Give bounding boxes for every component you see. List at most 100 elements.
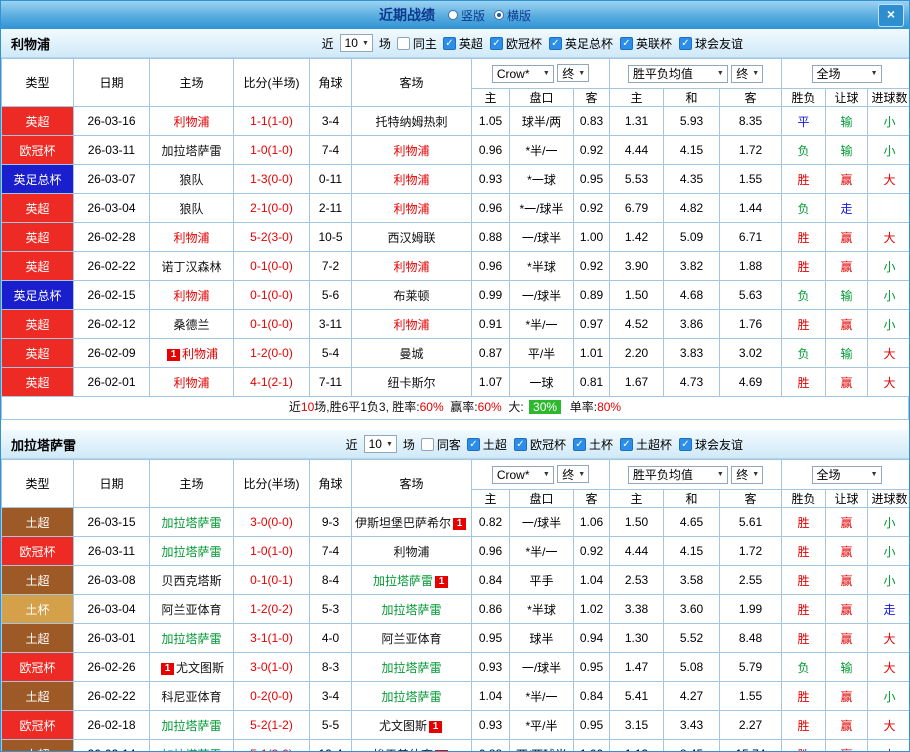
team-link[interactable]: 加拉塔萨雷 bbox=[381, 603, 441, 617]
team-link[interactable]: 利物浦 bbox=[173, 376, 209, 390]
checkbox-checked-icon[interactable]: ✓ bbox=[620, 438, 633, 451]
away-team[interactable]: 阿兰亚体育 bbox=[352, 624, 472, 653]
team-link[interactable]: 利物浦 bbox=[182, 347, 218, 361]
league-filter-checkbox[interactable]: ✓英联杯 bbox=[620, 35, 672, 52]
close-button[interactable]: × bbox=[878, 4, 904, 27]
avg-final-select[interactable]: 终 ▼ bbox=[731, 466, 763, 484]
checkbox-checked-icon[interactable]: ✓ bbox=[467, 438, 480, 451]
odds-company-select[interactable]: Crow* ▼ bbox=[492, 65, 554, 83]
same-venue-filter[interactable]: 同主 bbox=[397, 35, 437, 52]
odds-company-select[interactable]: Crow* ▼ bbox=[492, 466, 554, 484]
team-link[interactable]: 利物浦 bbox=[393, 173, 429, 187]
odds-final-select[interactable]: 终 ▼ bbox=[557, 465, 589, 483]
team-link[interactable]: 加拉塔萨雷 bbox=[161, 719, 221, 733]
team-link[interactable]: 加拉塔萨雷 bbox=[381, 690, 441, 704]
layout-option[interactable]: 竖版 bbox=[448, 7, 485, 24]
team-link[interactable]: 加拉塔萨雷 bbox=[161, 748, 221, 752]
team-link[interactable]: 加拉塔萨雷 bbox=[161, 545, 221, 559]
away-team[interactable]: 加拉塔萨雷 bbox=[352, 682, 472, 711]
league-filter-checkbox[interactable]: ✓欧冠杯 bbox=[514, 436, 566, 453]
home-team[interactable]: 加拉塔萨雷 bbox=[150, 740, 234, 752]
home-team[interactable]: 加拉塔萨雷 bbox=[150, 508, 234, 537]
away-team[interactable]: 利物浦 bbox=[352, 194, 472, 223]
team-link[interactable]: 利物浦 bbox=[393, 202, 429, 216]
checkbox-checked-icon[interactable]: ✓ bbox=[514, 438, 527, 451]
home-team[interactable]: 利物浦 bbox=[150, 223, 234, 252]
match-count-select[interactable]: 10 ▼ bbox=[364, 435, 397, 453]
away-team[interactable]: 曼城 bbox=[352, 339, 472, 368]
home-team[interactable]: 科尼亚体育 bbox=[150, 682, 234, 711]
team-link[interactable]: 阿兰亚体育 bbox=[161, 603, 221, 617]
team-link[interactable]: 桑德兰 bbox=[173, 318, 209, 332]
team-link[interactable]: 利物浦 bbox=[173, 115, 209, 129]
team-link[interactable]: 加拉塔萨雷 bbox=[373, 574, 433, 588]
away-team[interactable]: 西汉姆联 bbox=[352, 223, 472, 252]
avg-final-select[interactable]: 终 ▼ bbox=[731, 65, 763, 83]
away-team[interactable]: 利物浦 bbox=[352, 310, 472, 339]
layout-option[interactable]: 横版 bbox=[494, 7, 531, 24]
team-link[interactable]: 狼队 bbox=[179, 202, 203, 216]
team-link[interactable]: 尤文图斯 bbox=[176, 661, 224, 675]
fulltime-select[interactable]: 全场 ▼ bbox=[812, 65, 882, 83]
away-team[interactable]: 利物浦 bbox=[352, 537, 472, 566]
checkbox-unchecked-icon[interactable] bbox=[421, 438, 434, 451]
league-filter-checkbox[interactable]: ✓英足总杯 bbox=[549, 35, 613, 52]
home-team[interactable]: 利物浦 bbox=[150, 368, 234, 397]
away-team[interactable]: 加拉塔萨雷1 bbox=[352, 566, 472, 595]
team-link[interactable]: 狼队 bbox=[179, 173, 203, 187]
team-link[interactable]: 布莱顿 bbox=[393, 289, 429, 303]
team-link[interactable]: 贝西克塔斯 bbox=[161, 574, 221, 588]
team-link[interactable]: 阿兰亚体育 bbox=[381, 632, 441, 646]
radio-unselected-icon[interactable] bbox=[448, 10, 458, 20]
home-team[interactable]: 1利物浦 bbox=[150, 339, 234, 368]
odds-final-select[interactable]: 终 ▼ bbox=[557, 64, 589, 82]
checkbox-checked-icon[interactable]: ✓ bbox=[549, 37, 562, 50]
away-team[interactable]: 托特纳姆热刺 bbox=[352, 107, 472, 136]
team-link[interactable]: 托特纳姆热刺 bbox=[375, 115, 447, 129]
team-link[interactable]: 利物浦 bbox=[173, 231, 209, 245]
checkbox-unchecked-icon[interactable] bbox=[397, 37, 410, 50]
away-team[interactable]: 纽卡斯尔 bbox=[352, 368, 472, 397]
home-team[interactable]: 狼队 bbox=[150, 194, 234, 223]
team-link[interactable]: 科尼亚体育 bbox=[161, 690, 221, 704]
home-team[interactable]: 加拉塔萨雷 bbox=[150, 136, 234, 165]
home-team[interactable]: 利物浦 bbox=[150, 107, 234, 136]
match-count-select[interactable]: 10 ▼ bbox=[340, 34, 373, 52]
team-link[interactable]: 加拉塔萨雷 bbox=[381, 661, 441, 675]
avg-odds-select[interactable]: 胜平负均值 ▼ bbox=[628, 466, 728, 484]
team-link[interactable]: 利物浦 bbox=[393, 260, 429, 274]
team-link[interactable]: 曼城 bbox=[399, 347, 423, 361]
home-team[interactable]: 加拉塔萨雷 bbox=[150, 537, 234, 566]
away-team[interactable]: 伊斯坦堡巴萨希尔1 bbox=[352, 508, 472, 537]
away-team[interactable]: 尤文图斯1 bbox=[352, 711, 472, 740]
team-link[interactable]: 利物浦 bbox=[173, 289, 209, 303]
team-link[interactable]: 加拉塔萨雷 bbox=[161, 632, 221, 646]
team-link[interactable]: 加拉塔萨雷 bbox=[161, 516, 221, 530]
checkbox-checked-icon[interactable]: ✓ bbox=[573, 438, 586, 451]
team-link[interactable]: 利物浦 bbox=[393, 144, 429, 158]
away-team[interactable]: 利物浦 bbox=[352, 165, 472, 194]
radio-selected-icon[interactable] bbox=[494, 10, 504, 20]
home-team[interactable]: 狼队 bbox=[150, 165, 234, 194]
checkbox-checked-icon[interactable]: ✓ bbox=[443, 37, 456, 50]
checkbox-checked-icon[interactable]: ✓ bbox=[679, 438, 692, 451]
home-team[interactable]: 诺丁汉森林 bbox=[150, 252, 234, 281]
team-link[interactable]: 诺丁汉森林 bbox=[161, 260, 221, 274]
team-link[interactable]: 纽卡斯尔 bbox=[387, 376, 435, 390]
team-link[interactable]: 利物浦 bbox=[393, 545, 429, 559]
team-link[interactable]: 利物浦 bbox=[393, 318, 429, 332]
home-team[interactable]: 阿兰亚体育 bbox=[150, 595, 234, 624]
team-link[interactable]: 埃于普体育 bbox=[373, 748, 433, 752]
league-filter-checkbox[interactable]: ✓土杯 bbox=[573, 436, 613, 453]
fulltime-select[interactable]: 全场 ▼ bbox=[812, 466, 882, 484]
checkbox-checked-icon[interactable]: ✓ bbox=[679, 37, 692, 50]
same-venue-filter[interactable]: 同客 bbox=[421, 436, 461, 453]
home-team[interactable]: 利物浦 bbox=[150, 281, 234, 310]
home-team[interactable]: 1尤文图斯 bbox=[150, 653, 234, 682]
league-filter-checkbox[interactable]: ✓球会友谊 bbox=[679, 436, 743, 453]
avg-odds-select[interactable]: 胜平负均值 ▼ bbox=[628, 65, 728, 83]
league-filter-checkbox[interactable]: ✓土超杯 bbox=[620, 436, 672, 453]
home-team[interactable]: 加拉塔萨雷 bbox=[150, 624, 234, 653]
checkbox-checked-icon[interactable]: ✓ bbox=[620, 37, 633, 50]
team-link[interactable]: 尤文图斯 bbox=[379, 719, 427, 733]
